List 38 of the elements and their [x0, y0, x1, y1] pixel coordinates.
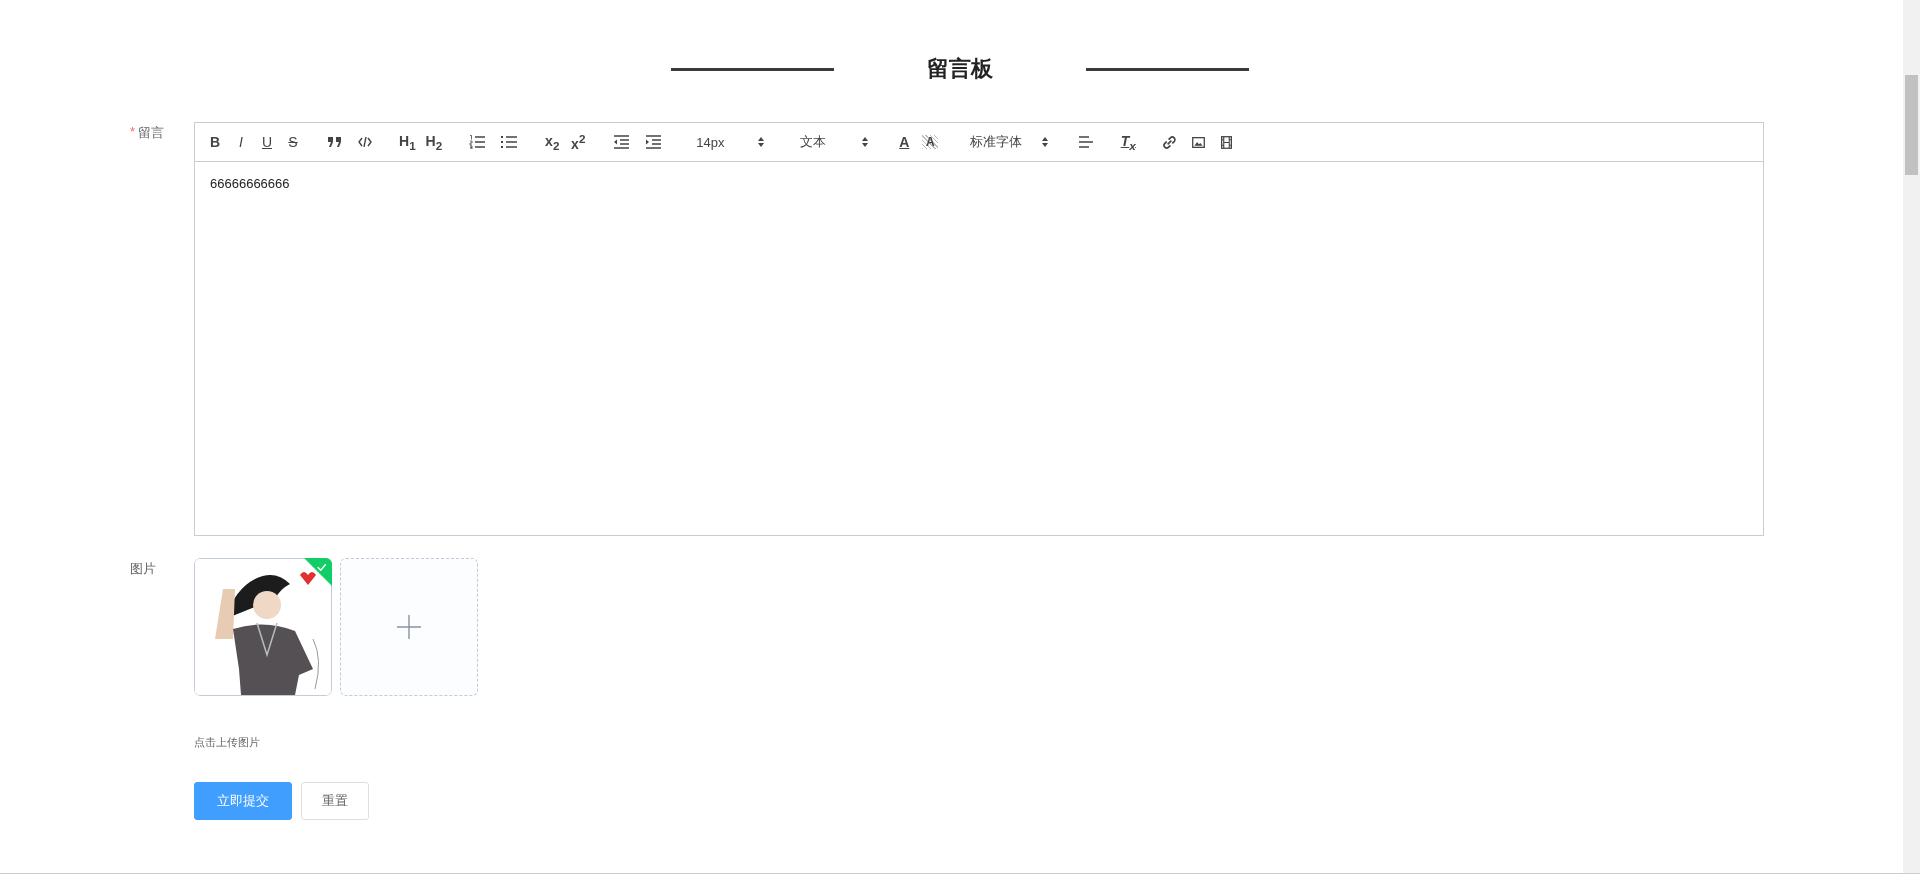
- script-button[interactable]: x$_{2}$: [544, 132, 561, 152]
- italic-button[interactable]: I: [233, 134, 249, 150]
- outdent-icon[interactable]: [613, 135, 630, 149]
- image-icon[interactable]: [1192, 136, 1206, 148]
- bullet-list-icon[interactable]: [501, 135, 518, 149]
- up-down-caret-icon: [758, 137, 765, 147]
- bold-button[interactable]: B: [207, 134, 223, 150]
- heading-button[interactable]: H$_{2}$: [425, 132, 443, 152]
- link-icon[interactable]: [1163, 135, 1177, 149]
- align-left-icon[interactable]: [1079, 136, 1094, 148]
- toolbar-select[interactable]: 标准字体: [962, 133, 1053, 151]
- toolbar-select[interactable]: 14px: [688, 134, 769, 150]
- indent-icon[interactable]: [645, 135, 662, 149]
- image-label: 图片: [130, 560, 156, 578]
- font-color-button[interactable]: A: [896, 134, 913, 150]
- upload-hint: 点击上传图片: [194, 735, 261, 750]
- plus-icon: [397, 615, 421, 639]
- up-down-caret-icon: [862, 137, 869, 147]
- heading-button[interactable]: H$_{1}$: [399, 132, 416, 152]
- quote-icon[interactable]: [328, 137, 342, 147]
- script-button[interactable]: x$^{2}$: [570, 132, 587, 152]
- strikethrough-button[interactable]: S: [285, 134, 301, 150]
- clear-format-button[interactable]: T$_{x}$: [1120, 132, 1137, 152]
- underline-button[interactable]: U: [259, 134, 275, 150]
- checkmark-icon: [316, 563, 327, 572]
- scrollbar-thumb[interactable]: [1905, 75, 1918, 175]
- scrollbar[interactable]: [1903, 0, 1920, 873]
- code-icon[interactable]: [358, 137, 372, 147]
- toolbar-select[interactable]: 文本: [792, 133, 873, 151]
- numbered-list-icon[interactable]: [469, 135, 486, 149]
- required-mark: *: [130, 124, 136, 139]
- message-label: 留言: [138, 124, 165, 142]
- page-title: 留言板: [926, 55, 994, 83]
- video-icon[interactable]: [1221, 135, 1233, 149]
- reset-button[interactable]: 重置: [301, 782, 369, 820]
- editor-text[interactable]: 66666666666: [195, 162, 1763, 205]
- up-down-caret-icon: [1042, 137, 1049, 147]
- background-color-button[interactable]: A: [922, 135, 939, 149]
